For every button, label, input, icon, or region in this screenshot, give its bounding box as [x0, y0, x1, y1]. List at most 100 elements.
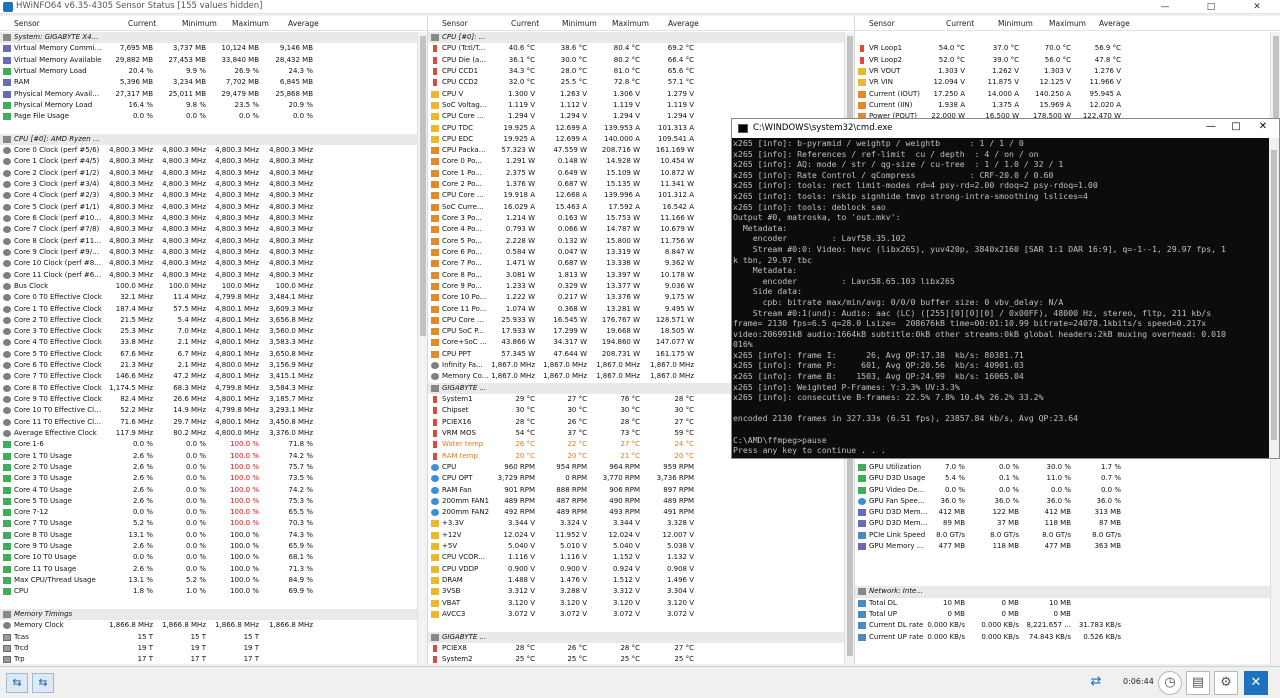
- sensor-row[interactable]: Virtual Memory Commited 7,695 MB 3,737 MB 1…: [0, 43, 417, 54]
- sensor-row[interactable]: GPU Memory ... 477 MB 118 MB 477 MB 363 MB: [855, 541, 1270, 552]
- cmd-scroll-thumb[interactable]: [1271, 150, 1277, 440]
- sensor-row[interactable]: Core 2 Clock (perf #1/2) 4,800.3 MHz 4,800…: [0, 168, 417, 179]
- sensor-row[interactable]: Current (IIN) 1.938 A 1.375 A 15.969 A 12.02…: [855, 100, 1270, 111]
- sensor-row[interactable]: Core 11 Clock (perf #6/7) 4,800.3 MHz 4,80…: [0, 270, 417, 281]
- sensor-row[interactable]: Core 7 T0 Effective Clock 146.6 MHz 47.2 M…: [0, 371, 417, 382]
- sensor-row[interactable]: Bus Clock 100.0 MHz 100.0 MHz 100.0 MHz 100.…: [0, 281, 417, 292]
- sensor-row[interactable]: DRAM 1.488 V 1.476 V 1.512 V 1.496 V: [428, 575, 844, 586]
- sensor-row[interactable]: System2 25 °C 25 °C 25 °C 25 °C: [428, 654, 844, 664]
- sensor-row[interactable]: CPU VCOR... 1.116 V 1.116 V 1.152 V 1.132 V: [428, 552, 844, 563]
- sensor-group-header[interactable]: CPU [#0]: ...: [428, 32, 844, 44]
- sensor-row[interactable]: +12V 12.024 V 11.952 V 12.024 V 12.007 V: [428, 530, 844, 541]
- sensor-row[interactable]: Core 1 T0 Usage 2.6 % 0.0 % 100.0 % 74.2 %: [0, 451, 417, 462]
- column-header-maximum[interactable]: Maximum: [612, 19, 649, 28]
- network-icon[interactable]: ⇄: [1084, 671, 1108, 695]
- column-header-maximum[interactable]: Maximum: [232, 19, 269, 28]
- sensor-row[interactable]: 200mm FAN1 489 RPM 487 RPM 490 RPM 489 RPM: [428, 496, 844, 507]
- sensor-row[interactable]: PCIe Link Speed 8.0 GT/s 8.0 GT/s 8.0 GT/s 8…: [855, 530, 1270, 541]
- sensor-row[interactable]: Trp 17 T 17 T 17 T: [0, 654, 417, 664]
- sensor-row[interactable]: SoC Voltag... 1.119 V 1.112 V 1.119 V 1.119 …: [428, 100, 844, 111]
- sensor-row[interactable]: Core 1 Clock (perf #4/5) 4,800.3 MHz 4,800…: [0, 156, 417, 167]
- cmd-window[interactable]: C:\WINDOWS\system32\cmd.exe — □ ✕ x265 […: [731, 118, 1280, 459]
- sensor-row[interactable]: Core 0 T0 Effective Clock 32.1 MHz 11.4 MH…: [0, 292, 417, 303]
- sensor-row[interactable]: GPU D3D Mem... 89 MB 37 MB 118 MB 87 MB: [855, 518, 1270, 529]
- nav-left-button[interactable]: ⇆: [6, 673, 28, 693]
- sensor-group-header[interactable]: System: GIGABYTE X470...: [0, 32, 417, 44]
- sensor-row[interactable]: Core 10 Clock (perf #8/9) 4,800.3 MHz 4,80…: [0, 258, 417, 269]
- scroll-thumb[interactable]: [420, 36, 426, 336]
- sensor-row[interactable]: Core 8 Clock (perf #11/12) 4,800.3 MHz 4,8…: [0, 236, 417, 247]
- sensor-row[interactable]: Core 4 T0 Effective Clock 33.8 MHz 2.1 MHz…: [0, 337, 417, 348]
- maximize-button[interactable]: □: [1188, 0, 1234, 14]
- sensor-row[interactable]: Virtual Memory Available 29,882 MB 27,453 …: [0, 55, 417, 66]
- cmd-minimize-button[interactable]: —: [1201, 121, 1221, 132]
- close-button[interactable]: ✕: [1234, 0, 1280, 14]
- sensor-row[interactable]: Current (IOUT) 17.250 A 14.000 A 140.250 A 9…: [855, 89, 1270, 100]
- sensor-row[interactable]: GPU Utilization 7.0 % 0.0 % 30.0 % 1.7 %: [855, 462, 1270, 473]
- minimize-button[interactable]: —: [1142, 0, 1188, 14]
- sensor-row[interactable]: Core 10 T0 Usage 0.0 % 0.0 % 100.0 % 68.1 %: [0, 552, 417, 563]
- cmd-scrollbar[interactable]: [1269, 138, 1279, 458]
- sensor-row[interactable]: Memory Clock 1,866.8 MHz 1,866.8 MHz 1,866.…: [0, 620, 417, 631]
- sensor-row[interactable]: GPU D3D Usage 5.4 % 0.1 % 11.0 % 0.7 %: [855, 473, 1270, 484]
- sensor-row[interactable]: Core 1-6 0.0 % 0.0 % 100.0 % 71.8 %: [0, 439, 417, 450]
- sensor-row[interactable]: Core 7 T0 Usage 5.2 % 0.0 % 100.0 % 70.3 %: [0, 518, 417, 529]
- sensor-row[interactable]: Core 2 T0 Effective Clock 21.5 MHz 5.4 MHz…: [0, 315, 417, 326]
- clock-icon[interactable]: ◷: [1158, 671, 1182, 695]
- sensor-group-header[interactable]: CPU [#0]: AMD Ryzen 9...: [0, 133, 417, 146]
- column-header-average[interactable]: Average: [1099, 19, 1130, 28]
- cmd-maximize-button[interactable]: □: [1226, 121, 1246, 132]
- sensor-row[interactable]: CPU 1.8 % 1.0 % 100.0 % 69.9 %: [0, 586, 417, 597]
- sensor-row[interactable]: VBAT 3.120 V 3.120 V 3.120 V 3.120 V: [428, 598, 844, 609]
- sensor-row[interactable]: Core 1 T0 Effective Clock 187.4 MHz 57.5 M…: [0, 304, 417, 315]
- sensor-row[interactable]: CPU CCD1 34.3 °C 28.0 °C 81.0 °C 65.6 °C: [428, 66, 844, 77]
- sensor-row[interactable]: Virtual Memory Load 20.4 % 9.9 % 26.9 % 24.3…: [0, 66, 417, 77]
- column-header-average[interactable]: Average: [668, 19, 699, 28]
- sensor-row[interactable]: Core 6 Clock (perf #10/11) 4,800.3 MHz 4,8…: [0, 213, 417, 224]
- sensor-row[interactable]: PCIEX8 28 °C 26 °C 28 °C 27 °C: [428, 643, 844, 654]
- settings-icon[interactable]: ⚙: [1214, 671, 1238, 695]
- column-header-minimum[interactable]: Minimum: [998, 19, 1033, 28]
- sensor-row[interactable]: Core 5 Clock (perf #1/1) 4,800.3 MHz 4,800…: [0, 202, 417, 213]
- sensor-row[interactable]: Core 5 T0 Effective Clock 67.6 MHz 6.7 MHz…: [0, 349, 417, 360]
- sensor-row[interactable]: Average Effective Clock 117.9 MHz 80.2 MHz…: [0, 428, 417, 439]
- cmd-title-bar[interactable]: C:\WINDOWS\system32\cmd.exe — □ ✕: [732, 119, 1279, 138]
- sensor-row[interactable]: Core 3 T0 Effective Clock 25.3 MHz 7.0 MHz…: [0, 326, 417, 337]
- sensor-row[interactable]: Core 3 T0 Usage 2.6 % 0.0 % 100.0 % 73.5 %: [0, 473, 417, 484]
- sensor-row[interactable]: Physical Memory Available 27,317 MB 25,011…: [0, 89, 417, 100]
- sensor-row[interactable]: VR VIN 12.094 V 11.875 V 12.125 V 11.966 V: [855, 77, 1270, 88]
- sensor-row[interactable]: CPU 960 RPM 954 RPM 964 RPM 959 RPM: [428, 462, 844, 473]
- sensor-row[interactable]: Core 7-12 0.0 % 0.0 % 100.0 % 65.5 %: [0, 507, 417, 518]
- sensor-row[interactable]: Current DL rate 0.000 KB/s 0.000 KB/s 8,221…: [855, 620, 1270, 631]
- nav-right-button[interactable]: ⇆: [32, 673, 54, 693]
- sensor-row[interactable]: RAM Fan 901 RPM 888 RPM 906 RPM 897 RPM: [428, 485, 844, 496]
- column-header-minimum[interactable]: Minimum: [182, 19, 217, 28]
- column-header-current[interactable]: Current: [946, 19, 974, 28]
- sensor-row[interactable]: CPU Die (a... 36.1 °C 30.0 °C 80.2 °C 66.4 °…: [428, 55, 844, 66]
- column-header-sensor[interactable]: Sensor: [869, 19, 895, 28]
- sensor-row[interactable]: 3VSB 3.312 V 3.288 V 3.312 V 3.304 V: [428, 586, 844, 597]
- sensor-row[interactable]: Core 2 T0 Usage 2.6 % 0.0 % 100.0 % 75.7 %: [0, 462, 417, 473]
- column-header-sensor[interactable]: Sensor: [14, 19, 40, 28]
- sensor-row[interactable]: RAM 5,396 MB 3,234 MB 7,702 MB 6,845 MB: [0, 77, 417, 88]
- cmd-close-button[interactable]: ✕: [1253, 121, 1273, 132]
- sensor-row[interactable]: GPU Video De... 0.0 % 0.0 % 0.0 % 0.0 %: [855, 485, 1270, 496]
- sensor-row[interactable]: GPU Fan Spee... 36.0 % 36.0 % 36.0 % 36.0 %: [855, 496, 1270, 507]
- sensor-row[interactable]: CPU VDDP 0.900 V 0.900 V 0.924 V 0.908 V: [428, 564, 844, 575]
- sensor-row[interactable]: Current UP rate 0.000 KB/s 0.000 KB/s 74.84…: [855, 632, 1270, 643]
- sensor-row[interactable]: GPU D3D Mem... 412 MB 122 MB 412 MB 313 MB: [855, 507, 1270, 518]
- report-icon[interactable]: ▤: [1186, 671, 1210, 695]
- sensor-row[interactable]: +5V 5.040 V 5.010 V 5.040 V 5.038 V: [428, 541, 844, 552]
- sensor-row[interactable]: Page File Usage 0.0 % 0.0 % 0.0 % 0.0 %: [0, 111, 417, 122]
- sensor-row[interactable]: Core 10 T0 Effective Clock 52.2 MHz 14.9 M…: [0, 405, 417, 416]
- sensor-row[interactable]: CPU OPT 3,729 RPM 0 RPM 3,770 RPM 3,736 RPM: [428, 473, 844, 484]
- sensor-row[interactable]: Core 9 T0 Effective Clock 82.4 MHz 26.6 MH…: [0, 394, 417, 405]
- column-header-current[interactable]: Current: [511, 19, 539, 28]
- sensor-group-header[interactable]: Network: Inte...: [855, 586, 1270, 598]
- sensor-row[interactable]: Core 9 Clock (perf #9/10) 4,800.3 MHz 4,80…: [0, 247, 417, 258]
- column-header-minimum[interactable]: Minimum: [562, 19, 597, 28]
- column-header-sensor[interactable]: Sensor: [442, 19, 468, 28]
- sensor-row[interactable]: Max CPU/Thread Usage 13.1 % 5.2 % 100.0 % 84…: [0, 575, 417, 586]
- sensor-row[interactable]: Total UP 0 MB 0 MB 0 MB: [855, 609, 1270, 620]
- sensor-group-header[interactable]: Memory Timings: [0, 608, 417, 621]
